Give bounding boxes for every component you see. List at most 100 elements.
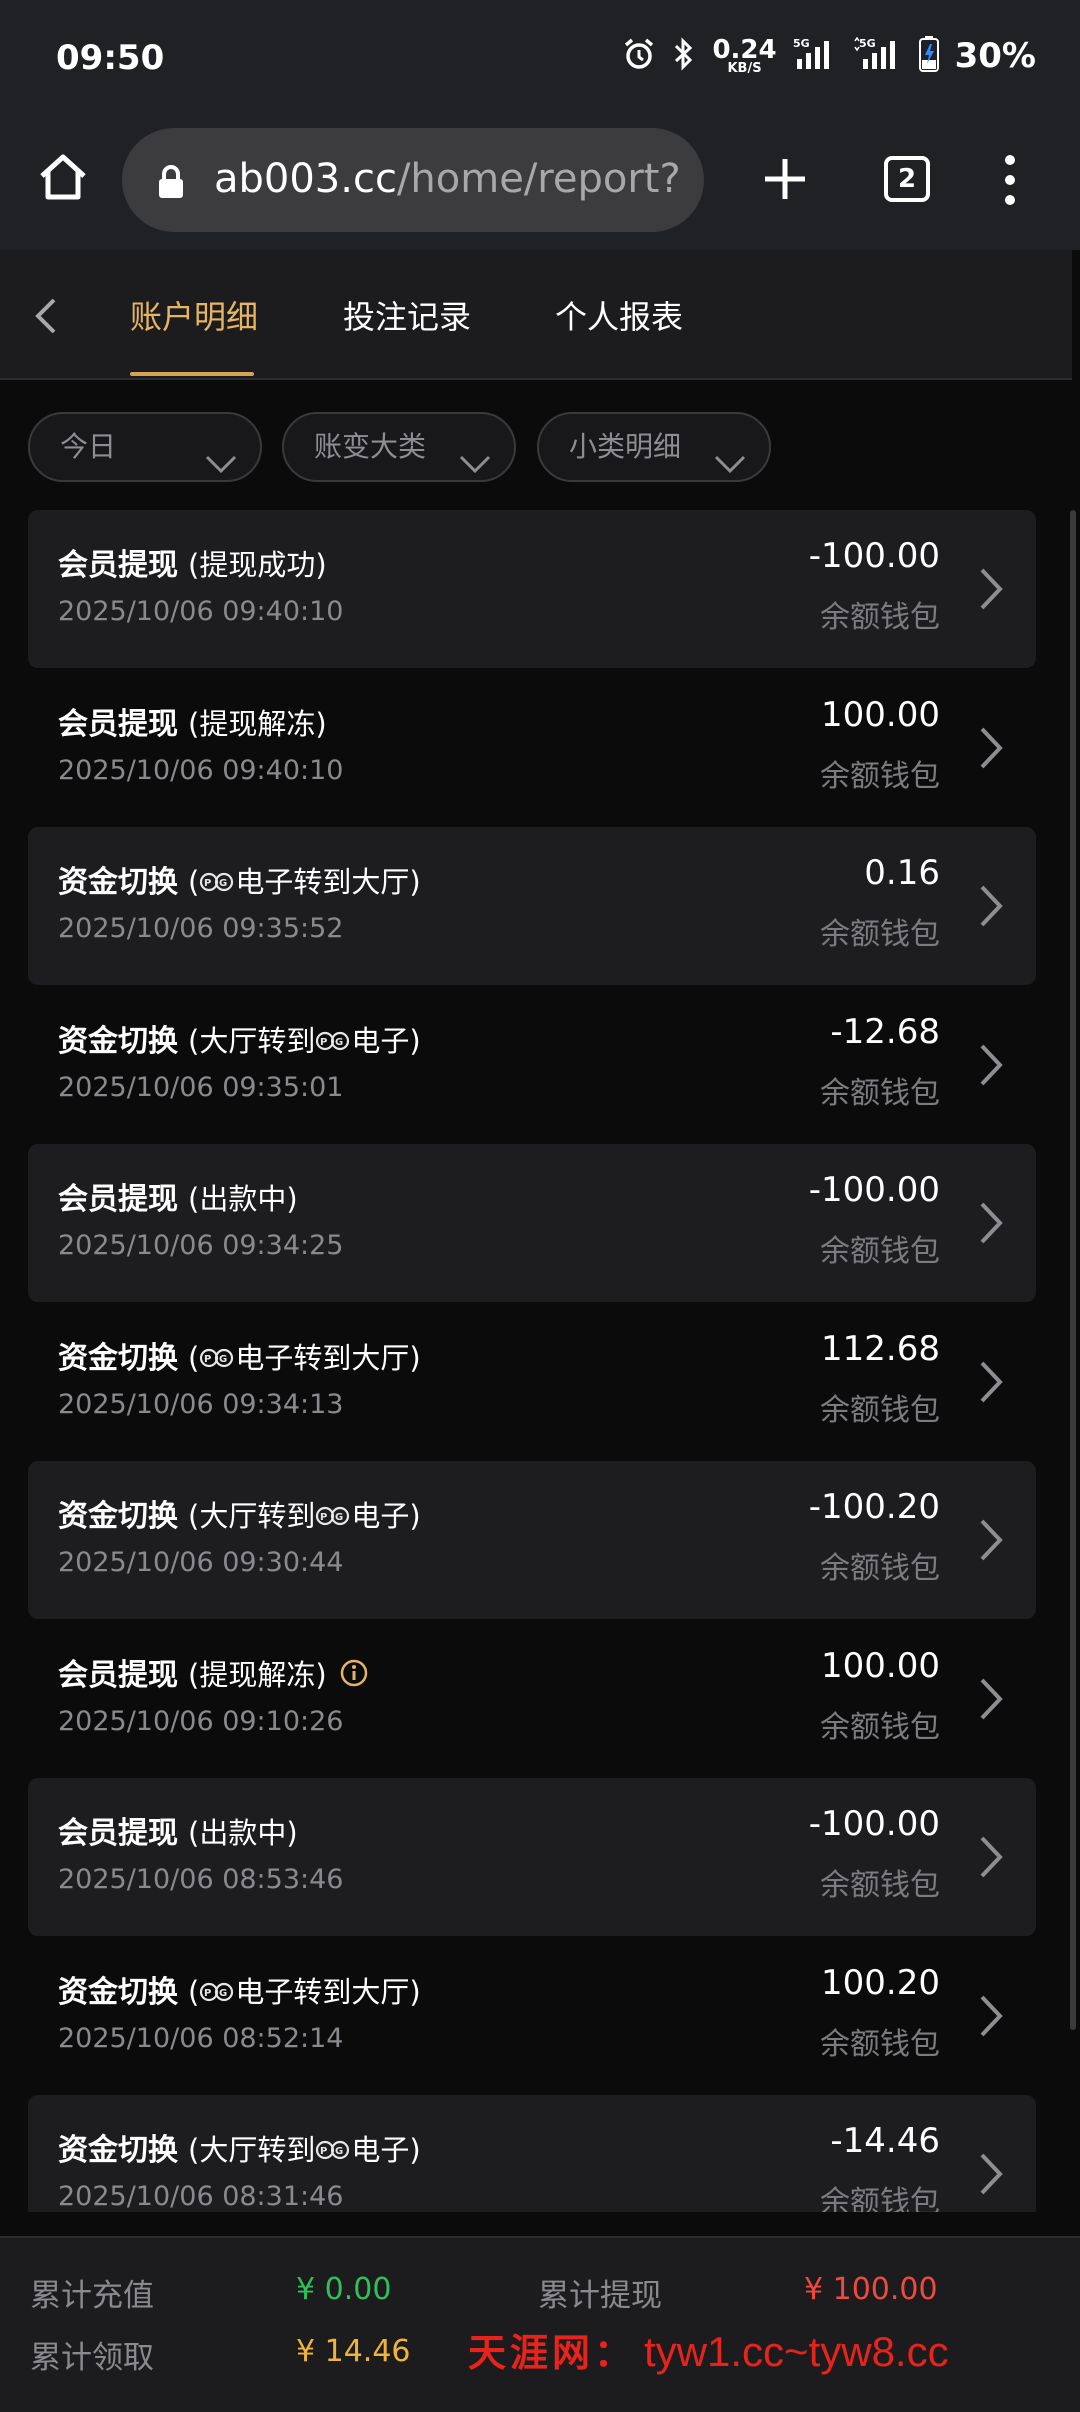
record-amount: -100.00 <box>808 1804 940 1844</box>
record-detail: (大厅转到 P G 电子) <box>188 1499 421 1533</box>
net-speed-value: 0.24 <box>712 34 777 65</box>
tab-bet-records[interactable]: 投注记录 <box>343 292 471 338</box>
record-row[interactable]: 会员提现 (出款中) 2025/10/06 08:53:46 -100.00 余额钱包 <box>28 1778 1036 1936</box>
record-title: 资金切换 (大厅转到 P G 电子) <box>58 1491 421 1535</box>
chevron-right-icon[interactable] <box>976 1357 1006 1411</box>
record-amount: -100.00 <box>808 1170 940 1210</box>
svg-text:P: P <box>320 1512 327 1523</box>
record-date: 2025/10/06 09:35:01 <box>58 1072 344 1103</box>
svg-text:5G: 5G <box>793 37 810 50</box>
record-type: 会员提现 <box>58 1658 178 1693</box>
back-button[interactable] <box>26 294 66 338</box>
status-bar: 09:50 0.24 KB/S 5G 5G 30% <box>0 0 1080 120</box>
record-title: 资金切换(P G 电子转到大厅) <box>58 1967 421 2011</box>
record-detail: (出款中) <box>188 1816 298 1850</box>
chevron-left-icon <box>35 298 56 334</box>
record-detail-text: (提现成功) <box>188 548 327 582</box>
chevron-right-icon[interactable] <box>976 1832 1006 1886</box>
bluetooth-icon <box>672 37 696 75</box>
filter-date-label: 今日 <box>60 430 117 463</box>
watermark-url: tyw1.cc~tyw8.cc <box>644 2328 949 2375</box>
record-row[interactable]: 会员提现 (提现解冻) 2025/10/06 09:40:10 100.00 余额钱包 <box>28 669 1036 827</box>
svg-text:P: P <box>320 1037 327 1048</box>
battery-level: 30% <box>954 36 1036 76</box>
record-date: 2025/10/06 08:52:14 <box>58 2023 344 2054</box>
filter-date-dropdown[interactable]: 今日 <box>28 412 262 482</box>
record-wallet: 余额钱包 <box>820 1076 940 1111</box>
browser-toolbar: ab003.cc/home/report?re 2 <box>0 120 1080 250</box>
record-row[interactable]: 资金切换 (大厅转到 P G 电子) 2025/10/06 09:30:44 -100.20… <box>28 1461 1036 1619</box>
record-detail-text: (大厅转到 <box>188 2133 316 2167</box>
chevron-right-icon[interactable] <box>976 1198 1006 1252</box>
chevron-right-icon[interactable] <box>976 723 1006 777</box>
record-type: 会员提现 <box>58 548 178 583</box>
record-amount: 112.68 <box>821 1329 940 1369</box>
chevron-right-icon[interactable] <box>976 564 1006 618</box>
record-detail-text: (提现解冻) <box>188 1658 327 1692</box>
record-title: 会员提现 (提现成功) <box>58 540 327 584</box>
pg-logo-icon: PG <box>315 1501 351 1535</box>
record-row[interactable]: 资金切换 (大厅转到 P G 电子) 2025/10/06 09:35:01 -12.68 余… <box>28 986 1036 1144</box>
record-row[interactable]: 会员提现 (出款中) 2025/10/06 09:34:25 -100.00 余额钱包 <box>28 1144 1036 1302</box>
record-detail-text: ( <box>188 1341 200 1375</box>
record-date: 2025/10/06 09:35:52 <box>58 913 344 944</box>
filter-subcategory-dropdown[interactable]: 小类明细 <box>537 412 771 482</box>
watermark: 天涯网： tyw1.cc~tyw8.cc <box>468 2322 949 2377</box>
scrollbar[interactable] <box>1070 510 1076 2030</box>
summary-footer: 累计充值 ¥ 0.00 累计提现 ¥ 100.00 累计领取 ¥ 14.46 天… <box>0 2236 1080 2412</box>
record-wallet: 余额钱包 <box>820 1710 940 1745</box>
browser-menu-button[interactable] <box>996 152 1024 208</box>
chevron-right-icon[interactable] <box>976 1040 1006 1094</box>
record-detail-text: 电子转到大厅) <box>235 1975 421 2009</box>
record-detail-text: 电子) <box>351 1024 421 1058</box>
record-title: 资金切换(P G 电子转到大厅) <box>58 857 421 901</box>
url-field[interactable]: ab003.cc/home/report?re <box>122 128 704 232</box>
record-type: 资金切换 <box>58 1024 178 1059</box>
record-detail-text: 电子转到大厅) <box>235 1341 421 1375</box>
record-row[interactable]: 资金切换 (大厅转到 P G 电子) 2025/10/06 08:31:46 -14.46 余… <box>28 2095 1036 2212</box>
record-row[interactable]: 会员提现 (提现成功) 2025/10/06 09:40:10 -100.00 余额钱包 <box>28 510 1036 668</box>
home-button[interactable] <box>36 150 90 204</box>
svg-text:P: P <box>204 878 211 889</box>
info-icon[interactable] <box>339 1658 369 1696</box>
record-title: 会员提现 (出款中) <box>58 1808 298 1852</box>
home-icon <box>40 154 86 200</box>
record-detail: (出款中) <box>188 1182 298 1216</box>
tab-account-details[interactable]: 账户明细 <box>130 292 258 338</box>
chevron-right-icon[interactable] <box>976 1515 1006 1569</box>
record-title: 资金切换 (大厅转到 P G 电子) <box>58 2125 421 2169</box>
svg-text:G: G <box>219 1988 227 1999</box>
record-detail: (提现成功) <box>188 548 327 582</box>
chevron-down-icon <box>458 434 492 500</box>
record-wallet: 余额钱包 <box>820 600 940 635</box>
record-type: 资金切换 <box>58 1341 178 1376</box>
record-title: 会员提现 (提现解冻) <box>58 699 327 743</box>
record-wallet: 余额钱包 <box>820 2185 940 2212</box>
tab-switcher-button[interactable]: 2 <box>884 156 930 202</box>
record-detail-text: (出款中) <box>188 1182 298 1216</box>
chevron-right-icon[interactable] <box>976 881 1006 935</box>
withdraw-total-label: 累计提现 <box>538 2278 662 2314</box>
chevron-right-icon[interactable] <box>976 1674 1006 1728</box>
record-wallet: 余额钱包 <box>820 917 940 952</box>
filter-category-dropdown[interactable]: 账变大类 <box>282 412 516 482</box>
chevron-right-icon[interactable] <box>976 2149 1006 2203</box>
record-row[interactable]: 资金切换(P G 电子转到大厅) 2025/10/06 09:35:52 0.16 余额钱… <box>28 827 1036 985</box>
record-date: 2025/10/06 09:40:10 <box>58 755 344 786</box>
chevron-right-icon[interactable] <box>976 1991 1006 2045</box>
record-amount: -14.46 <box>830 2121 940 2161</box>
record-amount: 0.16 <box>864 853 940 893</box>
record-row[interactable]: 会员提现 (提现解冻) 2025/10/06 09:10:26 100.00 余额钱包 <box>28 1620 1036 1778</box>
signal-icon: 5G <box>793 37 837 75</box>
record-row[interactable]: 资金切换(P G 电子转到大厅) 2025/10/06 08:52:14 100.20 余… <box>28 1937 1036 2095</box>
net-speed: 0.24 KB/S <box>712 34 777 75</box>
record-wallet: 余额钱包 <box>820 1551 940 1586</box>
record-type: 资金切换 <box>58 1499 178 1534</box>
new-tab-button[interactable] <box>760 154 810 204</box>
chevron-down-icon <box>204 434 238 500</box>
status-icons: 0.24 KB/S 5G 5G 30% <box>622 36 1036 76</box>
record-date: 2025/10/06 09:10:26 <box>58 1706 344 1737</box>
url-text: ab003.cc/home/report?re <box>214 156 684 202</box>
record-row[interactable]: 资金切换(P G 电子转到大厅) 2025/10/06 09:34:13 112.68 余… <box>28 1303 1036 1461</box>
tab-personal-report[interactable]: 个人报表 <box>555 292 683 338</box>
